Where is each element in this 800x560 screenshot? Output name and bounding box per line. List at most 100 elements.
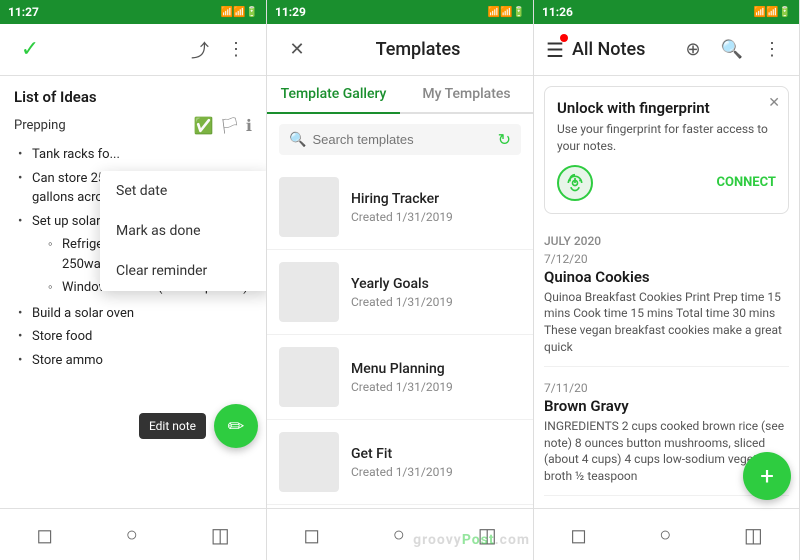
status-time-p2: 11:29 [275, 5, 306, 19]
nav-back-icon[interactable]: ◻ [28, 515, 61, 555]
nav-home-icon-p3[interactable]: ○ [651, 514, 679, 555]
note-name-0: Quinoa Cookies [544, 268, 789, 286]
search-input[interactable] [312, 132, 497, 147]
nav-recents-icon-p3[interactable]: ◫ [736, 515, 771, 555]
status-time-p1: 11:27 [8, 5, 39, 19]
more-icon[interactable]: ⋮ [218, 32, 254, 68]
template-date-1: Created 1/31/2019 [351, 295, 453, 309]
tabs-container: Template Gallery My Templates [267, 76, 533, 114]
checkmark-icon[interactable]: ✓ [12, 32, 48, 68]
top-bar-p2: ✕ Templates [267, 24, 533, 76]
panel2-title: Templates [315, 39, 521, 60]
template-list: Hiring Tracker Created 1/31/2019 Yearly … [267, 165, 533, 508]
section-icons: ✅ 🏳 ℹ [194, 116, 252, 135]
fingerprint-icon [557, 165, 593, 201]
note-name-1: Brown Gravy [544, 397, 789, 415]
watermark: groovyPost.com [413, 532, 530, 548]
template-item-0[interactable]: Hiring Tracker Created 1/31/2019 [267, 165, 533, 250]
template-info-2: Menu Planning Created 1/31/2019 [351, 361, 453, 394]
edit-note-container: Edit note ✏ [139, 404, 258, 448]
close-icon[interactable]: ✕ [279, 32, 315, 68]
status-bar-p1: 11:27 📶📶🔋 [0, 0, 266, 24]
tab-template-gallery[interactable]: Template Gallery [267, 76, 400, 114]
nav-home-icon-p2[interactable]: ○ [385, 514, 413, 555]
note-date-0: 7/12/20 [544, 252, 789, 266]
template-item-2[interactable]: Menu Planning Created 1/31/2019 [267, 335, 533, 420]
note-entry-0[interactable]: 7/12/20 Quinoa Cookies Quinoa Breakfast … [544, 252, 789, 367]
add-note-fab[interactable]: + [743, 452, 791, 500]
template-item-3[interactable]: Get Fit Created 1/31/2019 [267, 420, 533, 505]
panel1-content: List of Ideas Prepping ✅ 🏳 ℹ Tank racks … [0, 76, 266, 508]
template-info-1: Yearly Goals Created 1/31/2019 [351, 276, 453, 309]
status-icons-p3: 📶📶🔋 [754, 7, 791, 18]
template-thumb-1 [279, 262, 339, 322]
template-name-2: Menu Planning [351, 361, 453, 377]
share-icon[interactable]: ⤴ [182, 32, 218, 68]
edit-note-label: Edit note [139, 413, 206, 439]
top-bar-p1: ✓ ⤴ ⋮ [0, 24, 266, 76]
template-name-0: Hiring Tracker [351, 191, 453, 207]
fingerprint-desc: Use your fingerprint for faster access t… [557, 121, 776, 155]
more-options-icon[interactable]: ⋮ [757, 33, 787, 66]
check-circle-icon[interactable]: ✅ [194, 116, 214, 135]
nav-back-icon-p2[interactable]: ◻ [295, 515, 328, 555]
template-name-3: Get Fit [351, 446, 453, 462]
context-menu: Set date Mark as done Clear reminder [100, 171, 266, 291]
clear-reminder-menu-item[interactable]: Clear reminder [100, 251, 266, 291]
template-thumb-3 [279, 432, 339, 492]
template-date-3: Created 1/31/2019 [351, 465, 453, 479]
info-icon[interactable]: ℹ [246, 116, 252, 135]
panel-list-of-ideas: 11:27 📶📶🔋 ✓ ⤴ ⋮ List of Ideas Prepping ✅… [0, 0, 267, 560]
bottom-nav-p1: ◻ ○ ◫ [0, 508, 266, 560]
edit-icon: ✏ [228, 414, 245, 438]
note-title: List of Ideas [14, 88, 252, 106]
template-thumb-2 [279, 347, 339, 407]
status-bar-p2: 11:29 📶📶🔋 [267, 0, 533, 24]
template-item-1[interactable]: Yearly Goals Created 1/31/2019 [267, 250, 533, 335]
status-icons-p1: 📶📶🔋 [221, 7, 258, 18]
nav-back-icon-p3[interactable]: ◻ [562, 515, 595, 555]
section-label-text: Prepping [14, 118, 66, 133]
month-label: JULY 2020 [544, 234, 789, 248]
search-icon: 🔍 [289, 132, 306, 148]
fingerprint-actions: CONNECT [557, 165, 776, 201]
mark-as-done-menu-item[interactable]: Mark as done [100, 211, 266, 251]
fingerprint-close-btn[interactable]: ✕ [768, 95, 780, 111]
tab-my-templates[interactable]: My Templates [400, 76, 533, 112]
connect-button[interactable]: CONNECT [716, 175, 776, 190]
hamburger-icon[interactable]: ☰ [546, 38, 564, 62]
search-notes-icon[interactable]: 🔍 [715, 33, 749, 66]
refresh-icon[interactable]: ↻ [498, 130, 511, 149]
list-item: Tank racks fo... [18, 143, 252, 167]
template-thumb-0 [279, 177, 339, 237]
add-note-icon[interactable]: ⊕ [679, 33, 706, 66]
flag-icon[interactable]: 🏳 [220, 116, 240, 135]
list-item: Build a solar oven [18, 302, 252, 326]
bottom-nav-p3: ◻ ○ ◫ [534, 508, 799, 560]
template-info-0: Hiring Tracker Created 1/31/2019 [351, 191, 453, 224]
status-time-p3: 11:26 [542, 5, 573, 19]
set-date-menu-item[interactable]: Set date [100, 171, 266, 211]
status-icons-p2: 📶📶🔋 [488, 7, 525, 18]
list-item: Store food [18, 325, 252, 349]
note-date-1: 7/11/20 [544, 381, 789, 395]
template-name-1: Yearly Goals [351, 276, 453, 292]
plus-icon: + [760, 462, 774, 490]
panel3-title: All Notes [572, 39, 672, 60]
notification-badge [560, 34, 568, 42]
list-item: Store ammo [18, 349, 252, 373]
panel-all-notes: 11:26 📶📶🔋 ☰ All Notes ⊕ 🔍 ⋮ ✕ Unlock wit… [534, 0, 800, 560]
section-label: Prepping ✅ 🏳 ℹ [14, 116, 252, 135]
fingerprint-title: Unlock with fingerprint [557, 99, 776, 117]
template-date-0: Created 1/31/2019 [351, 210, 453, 224]
top-bar-p3: ☰ All Notes ⊕ 🔍 ⋮ [534, 24, 799, 76]
note-preview-0: Quinoa Breakfast Cookies Print Prep time… [544, 289, 789, 356]
edit-note-fab[interactable]: ✏ [214, 404, 258, 448]
nav-recents-icon[interactable]: ◫ [203, 515, 238, 555]
search-bar: 🔍 ↻ [279, 124, 521, 155]
panel-templates: 11:29 📶📶🔋 ✕ Templates Template Gallery M… [267, 0, 534, 560]
status-bar-p3: 11:26 📶📶🔋 [534, 0, 799, 24]
nav-home-icon[interactable]: ○ [118, 514, 146, 555]
template-info-3: Get Fit Created 1/31/2019 [351, 446, 453, 479]
template-date-2: Created 1/31/2019 [351, 380, 453, 394]
